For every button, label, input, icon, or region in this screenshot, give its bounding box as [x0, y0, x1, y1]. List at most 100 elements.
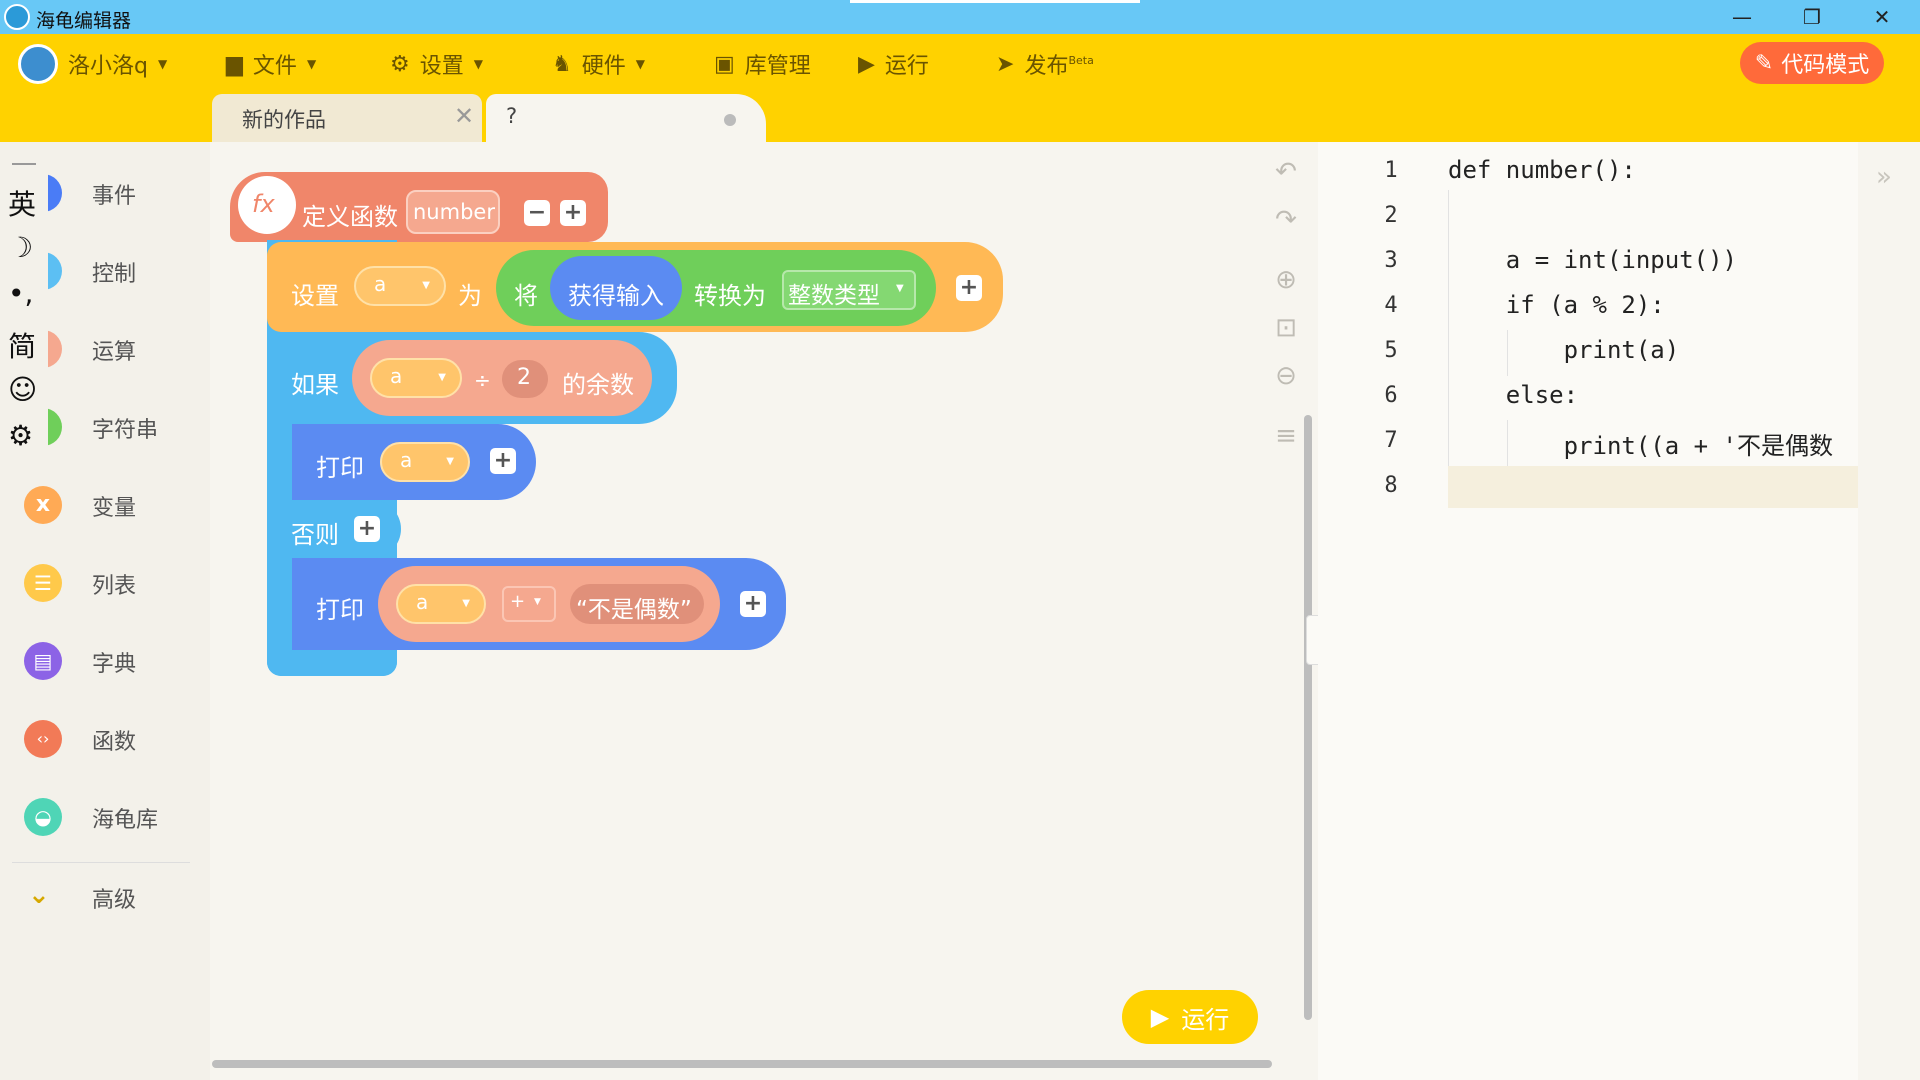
- sidebar-item-label: 事件: [92, 184, 137, 209]
- chevron-down-icon: ▼: [422, 280, 430, 291]
- number-value: 2: [517, 365, 531, 390]
- sidebar-item-advanced[interactable]: ⌄ 高级: [0, 866, 210, 930]
- beta-badge: Beta: [1068, 53, 1094, 67]
- window-title: 海龟编辑器: [36, 10, 132, 32]
- undo-icon[interactable]: ↶: [1270, 156, 1302, 188]
- close-icon[interactable]: ✕: [454, 102, 474, 130]
- sidebar-item-turtle[interactable]: ◒ 海龟库: [0, 786, 210, 850]
- set-label: 设置: [291, 282, 339, 310]
- punctuation-toggle[interactable]: •,: [8, 277, 33, 310]
- plus-button[interactable]: +: [490, 448, 516, 474]
- library-manager-button[interactable]: ▣ 库管理: [714, 46, 811, 82]
- variable-dropdown[interactable]: a ▼: [396, 584, 486, 624]
- variable-name: a: [390, 364, 403, 388]
- hardware-menu-label: 硬件: [581, 54, 626, 79]
- file-menu-label: 文件: [252, 54, 297, 79]
- minimize-button[interactable]: —: [1712, 0, 1772, 34]
- chevron-down-icon: ▼: [473, 57, 483, 71]
- inbox-icon: ▣: [714, 51, 735, 77]
- line-number: 6: [1384, 383, 1398, 408]
- horizontal-scrollbar[interactable]: [212, 1060, 1272, 1068]
- variable-name: a: [416, 590, 429, 614]
- chevron-down-icon: ▼: [635, 57, 645, 71]
- gear-icon: ⚙: [390, 51, 410, 77]
- tab-new-work[interactable]: 新的作品 ✕: [212, 94, 482, 142]
- moon-icon[interactable]: ☽: [8, 231, 33, 264]
- function-name: number: [413, 200, 495, 224]
- paper-plane-icon: ➤: [996, 51, 1015, 77]
- variable-dropdown[interactable]: a ▼: [354, 266, 446, 306]
- line-number: 8: [1384, 473, 1398, 498]
- run-button-label: 运行: [1181, 1005, 1230, 1034]
- tab-label: 新的作品: [242, 108, 326, 132]
- hardware-menu[interactable]: ♞ 硬件 ▼: [552, 46, 645, 82]
- zoom-reset-icon[interactable]: ⊡: [1270, 312, 1302, 344]
- run-button[interactable]: ▶ 运行: [1122, 990, 1258, 1044]
- code-panel[interactable]: [1318, 142, 1858, 1080]
- convert-label: 将: [514, 282, 538, 310]
- code-line: def number():: [1448, 156, 1636, 184]
- sidebar-item-label: 字符串: [92, 418, 159, 443]
- as-label: 为: [458, 282, 482, 310]
- run-menu-label: 运行: [884, 54, 929, 79]
- minus-button[interactable]: −: [524, 200, 550, 226]
- chevron-down-icon: ⌄: [28, 880, 50, 910]
- sidebar-item-label: 字典: [92, 652, 137, 677]
- user-menu[interactable]: 洛小洛q ▼: [18, 44, 167, 84]
- code-mode-button[interactable]: ✎ 代码模式: [1740, 42, 1884, 84]
- play-circle-icon: ▶: [858, 51, 875, 77]
- chevron-down-icon: ▼: [306, 57, 317, 71]
- run-menu-button[interactable]: ▶ 运行: [858, 46, 929, 82]
- emoji-icon[interactable]: ☺: [8, 373, 37, 406]
- ime-language-toggle[interactable]: 英: [8, 183, 36, 223]
- if-label: 如果: [291, 371, 339, 399]
- close-button[interactable]: ✕: [1852, 0, 1912, 34]
- zoom-in-icon[interactable]: ⊕: [1270, 264, 1302, 296]
- vertical-scrollbar[interactable]: [1304, 415, 1312, 1020]
- string-value: “不是偶数”: [576, 597, 692, 623]
- plus-button[interactable]: +: [560, 200, 586, 226]
- play-icon: ▶: [1150, 1003, 1170, 1031]
- gear-icon[interactable]: ⚙: [8, 419, 33, 452]
- simplified-toggle[interactable]: 简: [8, 325, 36, 365]
- code-line: else:: [1448, 381, 1579, 409]
- robot-icon: ♞: [552, 51, 572, 77]
- plus-button[interactable]: +: [956, 275, 982, 301]
- type-label: 整数类型: [788, 283, 880, 309]
- code-line: if (a % 2):: [1448, 291, 1665, 319]
- turtle-icon: ◒: [24, 798, 62, 836]
- code-line: print(a): [1448, 336, 1680, 364]
- align-icon[interactable]: ≡: [1270, 420, 1302, 452]
- sidebar-item-variables[interactable]: x 变量: [0, 474, 210, 538]
- sidebar-item-lists[interactable]: ☰ 列表: [0, 552, 210, 616]
- code-mode-label: 代码模式: [1781, 53, 1870, 78]
- variable-name: a: [400, 448, 413, 472]
- settings-menu[interactable]: ⚙ 设置 ▼: [390, 46, 483, 82]
- drag-handle[interactable]: [12, 163, 36, 165]
- redo-icon[interactable]: ↷: [1270, 204, 1302, 236]
- edit-icon: ✎: [1754, 50, 1774, 76]
- plus-button[interactable]: +: [354, 516, 380, 542]
- user-name: 洛小洛q: [68, 54, 148, 79]
- publish-button[interactable]: ➤ 发布 Beta: [996, 46, 1094, 82]
- variables-icon: x: [24, 486, 62, 524]
- sidebar-item-dictionaries[interactable]: ▤ 字典: [0, 630, 210, 694]
- chevron-down-icon: ▼: [534, 597, 541, 607]
- line-number: 1: [1384, 158, 1398, 183]
- plus-button[interactable]: +: [740, 591, 766, 617]
- print-label: 打印: [316, 596, 364, 624]
- unsaved-dot: [724, 114, 736, 126]
- variable-dropdown[interactable]: a ▼: [370, 358, 462, 398]
- get-input-label: 获得输入: [568, 282, 664, 310]
- tab-label: ?: [506, 104, 518, 128]
- double-chevron-right-icon[interactable]: »: [1876, 162, 1892, 192]
- line-number: 4: [1384, 293, 1398, 318]
- variable-name: a: [374, 272, 387, 296]
- line-number: 5: [1384, 338, 1398, 363]
- variable-dropdown[interactable]: a ▼: [380, 442, 470, 482]
- restore-button[interactable]: ❐: [1782, 0, 1842, 34]
- sidebar-item-functions[interactable]: ‹› 函数: [0, 708, 210, 772]
- zoom-out-icon[interactable]: ⊖: [1270, 360, 1302, 392]
- tab-help[interactable]: ?: [486, 94, 766, 142]
- file-menu[interactable]: ▆ 文件 ▼: [226, 46, 316, 82]
